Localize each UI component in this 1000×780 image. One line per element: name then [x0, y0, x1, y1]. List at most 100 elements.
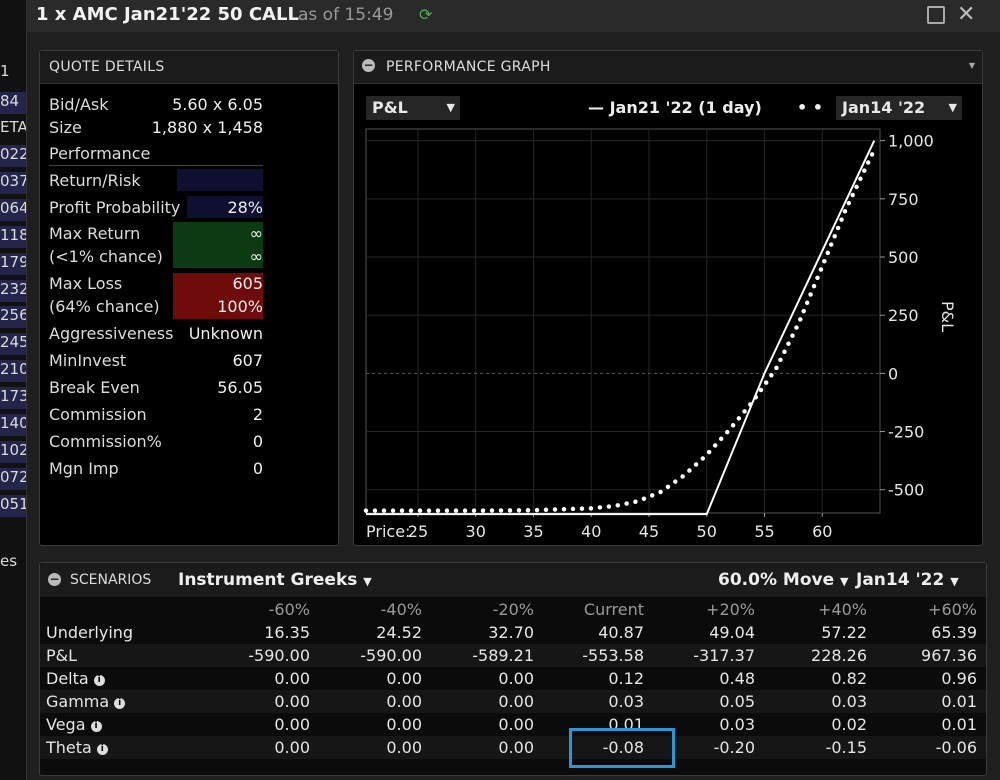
close-icon[interactable]: ✕: [957, 2, 975, 27]
column-header: -60%: [268, 600, 310, 619]
strip-row: 118: [0, 225, 26, 248]
aggressiveness-row: Aggressiveness Unknown: [49, 324, 263, 346]
performance-graph-panel: − PERFORMANCE GRAPH ▼ P&L ▼ — Jan21 '22 (…: [353, 50, 983, 546]
refresh-icon[interactable]: ⟳: [419, 5, 432, 24]
strip-row: 022: [0, 145, 26, 167]
bid-ask-value: 5.60 x 6.05: [172, 95, 263, 114]
scenarios-panel: − SCENARIOS Instrument Greeks ▼ 60.0% Mo…: [39, 562, 987, 776]
scenarios-column-headers: -60% -40% -20% Current +20% +40% +60%: [40, 598, 986, 621]
popout-icon[interactable]: [927, 6, 945, 24]
strip-row: 245: [0, 333, 26, 356]
strip-row: 072: [0, 467, 26, 490]
strip-row: es: [0, 552, 18, 570]
table-cell: -0.06: [935, 738, 977, 757]
x-tick-label: 35: [523, 522, 543, 541]
table-cell: 0.00: [386, 692, 422, 711]
strip-row: 051: [0, 494, 26, 517]
table-cell: 0.00: [498, 692, 534, 711]
window-title: 1 x AMC Jan21'22 50 CALL: [36, 4, 299, 25]
x-tick-label: 45: [639, 522, 659, 541]
size-value: 1,880 x 1,458: [151, 118, 263, 137]
table-cell: -590.00: [248, 646, 310, 665]
column-header: +40%: [818, 600, 867, 619]
table-cell: 0.00: [274, 738, 310, 757]
profit-probability-label: Profit Probability: [49, 198, 181, 217]
max-return-row: Max Return ∞: [49, 224, 263, 246]
commission-value: 2: [252, 405, 263, 424]
table-cell: 0.00: [274, 669, 310, 688]
theta-current-highlight: [569, 728, 675, 768]
commission-pct-label: Commission%: [49, 432, 162, 451]
scenario-date-dropdown[interactable]: Jan14 '22 ▼: [856, 570, 959, 590]
column-header: +60%: [928, 600, 977, 619]
return-risk-row: Return/Risk: [49, 171, 263, 193]
y-tick-label: 250: [888, 306, 919, 325]
scenarios-header: − SCENARIOS Instrument Greeks ▼ 60.0% Mo…: [40, 563, 986, 597]
mininvest-row: MinInvest 607: [49, 351, 263, 373]
table-cell: 0.12: [608, 669, 644, 688]
table-cell: 0.00: [386, 715, 422, 734]
table-row: P&L -590.00 -590.00 -589.21 -553.58 -317.37 22…: [40, 644, 986, 667]
table-row: Vega i 0.00 0.00 0.00 0.01 0.03 0.02 0.01: [40, 713, 986, 736]
row-label: Delta i: [46, 669, 105, 688]
quote-details-panel: QUOTE DETAILS Bid/Ask 5.60 x 6.05 Size 1…: [39, 50, 339, 546]
plot-area: [365, 128, 881, 514]
table-row: Gamma i 0.00 0.00 0.00 0.03 0.05 0.03 0.01: [40, 690, 986, 713]
break-even-label: Break Even: [49, 378, 140, 397]
y-tick-label: -250: [888, 423, 924, 442]
move-dropdown[interactable]: 60.0% Move ▼: [718, 570, 849, 590]
commission-pct-value: 0: [252, 432, 263, 451]
commission-pct-row: Commission% 0: [49, 432, 263, 454]
table-cell: 0.48: [719, 669, 755, 688]
return-risk-label: Return/Risk: [49, 171, 141, 190]
table-cell: 32.70: [488, 623, 534, 642]
info-icon[interactable]: i: [96, 744, 108, 755]
table-cell: 0.00: [386, 738, 422, 757]
table-row: Delta i 0.00 0.00 0.00 0.12 0.48 0.82 0.96: [40, 667, 986, 690]
max-loss-chance-label: (64% chance): [49, 297, 160, 316]
aggressiveness-label: Aggressiveness: [49, 324, 174, 343]
y-tick-label: 0: [888, 364, 898, 383]
table-cell: 0.03: [608, 692, 644, 711]
table-cell: -590.00: [360, 646, 422, 665]
greeks-dropdown[interactable]: Instrument Greeks ▼: [178, 570, 372, 590]
table-cell: 0.01: [941, 692, 977, 711]
size-row: Size 1,880 x 1,458: [49, 118, 263, 140]
collapse-icon[interactable]: −: [48, 573, 61, 586]
max-loss-label: Max Loss: [49, 274, 123, 293]
scenarios-title: SCENARIOS: [70, 572, 152, 588]
performance-chart[interactable]: 1,000 750 500 250 0 -250 -500 25 30 35 40 45 50 55 60 P…: [354, 51, 982, 545]
quote-details-title: QUOTE DETAILS: [49, 59, 165, 75]
row-label: P&L: [46, 646, 78, 665]
x-tick-label: 40: [581, 522, 601, 541]
y-tick-label: 1,000: [888, 132, 934, 151]
bid-ask-row: Bid/Ask 5.60 x 6.05: [49, 95, 263, 117]
table-cell: 0.82: [831, 669, 867, 688]
y-tick-label: 500: [888, 248, 919, 267]
table-cell: 0.00: [498, 738, 534, 757]
max-return-label: Max Return: [49, 224, 141, 243]
table-cell: 40.87: [598, 623, 644, 642]
table-cell: 0.03: [831, 692, 867, 711]
max-return-value: ∞: [249, 224, 263, 243]
chevron-down-icon: ▼: [840, 575, 849, 588]
y-tick-label: -500: [888, 481, 924, 500]
table-row: Underlying 16.35 24.52 32.70 40.87 49.04 57.22…: [40, 621, 986, 644]
mininvest-value: 607: [232, 351, 263, 370]
info-icon[interactable]: i: [114, 698, 126, 709]
table-cell: 0.00: [498, 715, 534, 734]
row-label: Theta i: [46, 738, 108, 757]
commission-label: Commission: [49, 405, 147, 424]
chevron-down-icon: ▼: [363, 575, 372, 588]
as-of-time: as of 15:49: [298, 5, 394, 25]
column-header: -40%: [380, 600, 422, 619]
info-icon[interactable]: i: [90, 721, 102, 732]
info-icon[interactable]: i: [93, 675, 105, 686]
profit-probability-row: Profit Probability 28%: [49, 198, 263, 220]
aggressiveness-value: Unknown: [188, 324, 263, 343]
table-cell: -317.37: [693, 646, 755, 665]
table-cell: -589.21: [472, 646, 534, 665]
chevron-down-icon: ▼: [950, 575, 959, 588]
table-cell: 16.35: [264, 623, 310, 642]
mgn-imp-row: Mgn Imp 0: [49, 459, 263, 481]
